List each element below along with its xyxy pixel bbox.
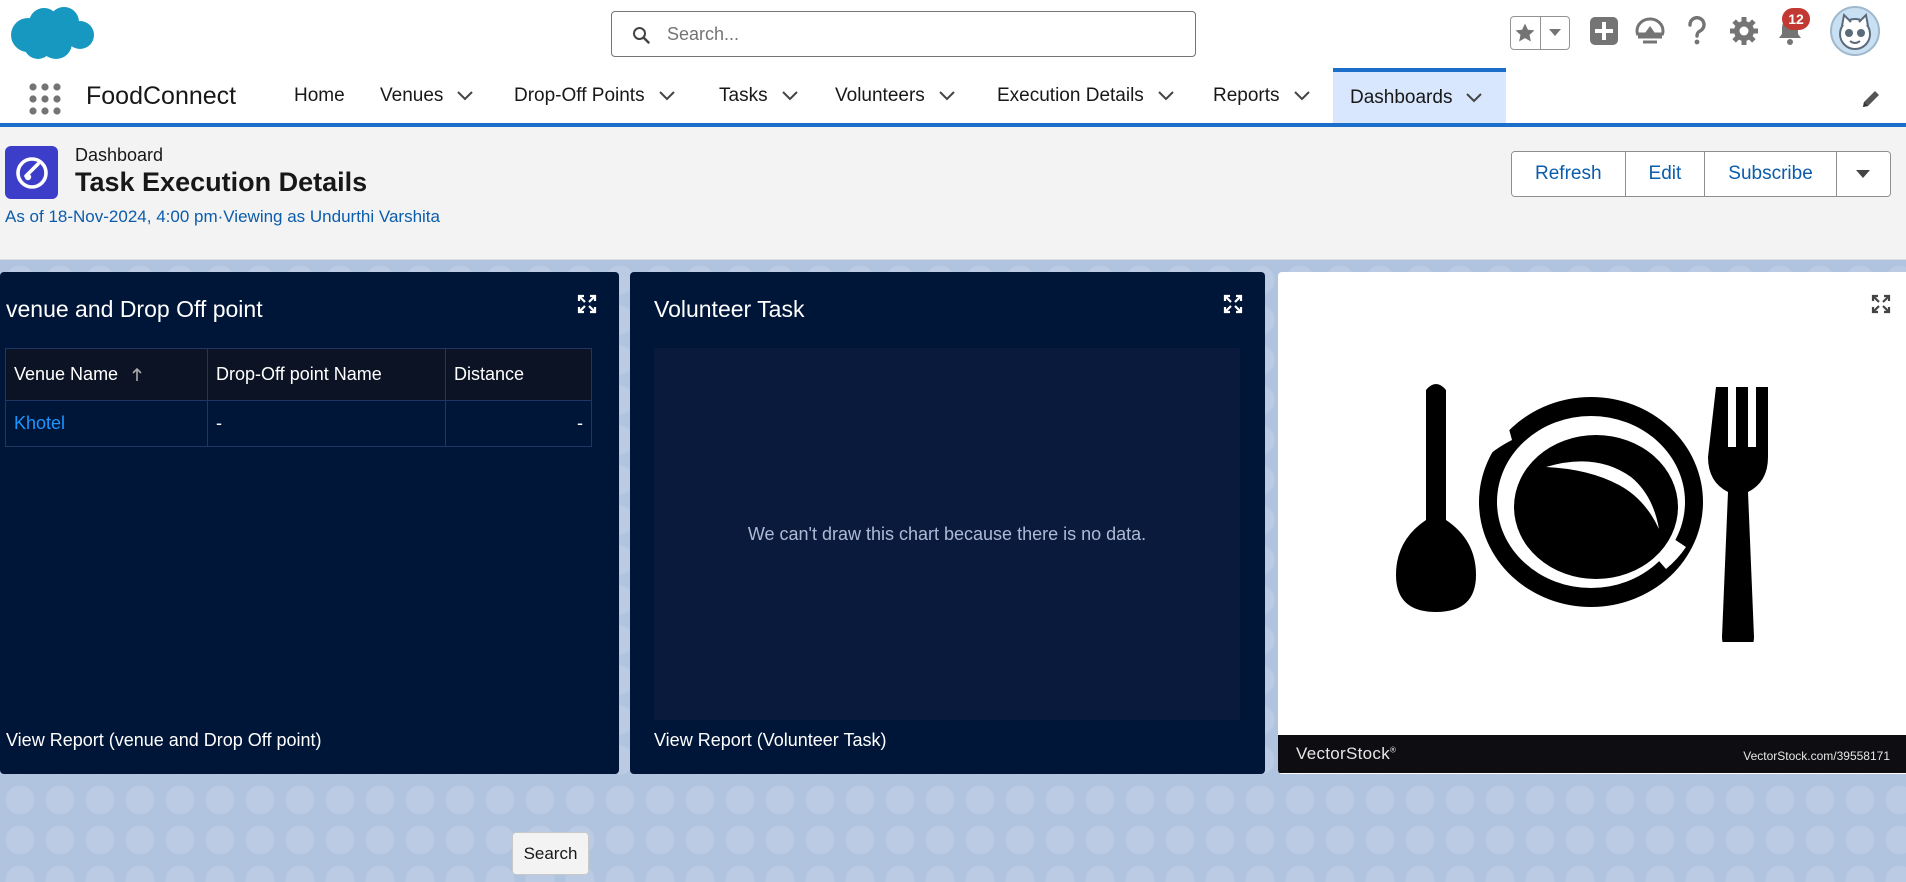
chevron-down-icon[interactable] [1292,86,1312,106]
edit-nav-pencil-icon[interactable] [1860,88,1882,110]
column-header-label: Venue Name [14,364,119,384]
nav-tab-label: Drop-Off Points [514,84,645,106]
favorites-list-chevron-icon[interactable] [1539,17,1569,49]
user-avatar[interactable] [1830,6,1880,56]
chevron-down-icon[interactable] [657,86,677,106]
setup-gear-icon[interactable] [1727,14,1761,48]
dashboard-page-header: Dashboard Task Execution Details As of 1… [0,127,1906,260]
expand-icon[interactable] [1871,294,1891,314]
trailhead-guide-icon[interactable] [1633,14,1667,48]
plate-fork-spoon-icon [1396,384,1768,642]
favorites-star-icon[interactable] [1511,17,1540,49]
chevron-down-icon[interactable] [455,86,475,106]
nav-tab-execution-details[interactable]: Execution Details [997,68,1176,123]
global-search[interactable] [611,11,1196,57]
nav-tab-label: Dashboards [1350,86,1453,108]
expand-icon[interactable] [577,294,597,314]
nav-tab-drop-off-points[interactable]: Drop-Off Points [514,68,677,123]
sort-ascending-icon[interactable] [131,368,143,382]
subscribe-button[interactable]: Subscribe [1704,152,1836,196]
vectorstock-brand-name: VectorStock [1296,744,1391,763]
vectorstock-image-id: VectorStock.com/39558171 [1743,749,1890,763]
chevron-down-icon[interactable] [1156,86,1176,106]
app-launcher-icon[interactable] [28,82,62,116]
nav-tab-tasks[interactable]: Tasks [719,68,800,123]
app-navigation-bar: FoodConnect Home Venues Drop-Off Points … [0,68,1906,127]
volunteer-task-widget: Volunteer Task We can't draw this chart … [630,272,1265,774]
widget-title: venue and Drop Off point [6,296,263,322]
global-add-icon[interactable] [1587,14,1621,48]
search-button[interactable]: Search [512,832,589,875]
nav-tab-dashboards[interactable]: Dashboards [1333,68,1506,123]
image-widget: VectorStock® VectorStock.com/39558171 [1278,272,1906,774]
column-header-distance[interactable]: Distance [445,348,592,401]
nav-tab-label: Execution Details [997,84,1144,106]
salesforce-logo[interactable] [8,5,96,63]
dropoff-name-cell: - [207,400,446,447]
chevron-down-icon [1856,170,1871,178]
edit-button[interactable]: Edit [1624,152,1705,196]
notification-count-badge: 12 [1782,8,1810,30]
dashboard-gauge-icon [5,146,58,199]
nav-tab-home[interactable]: Home [294,68,345,123]
vectorstock-brand: VectorStock® [1296,744,1396,764]
distance-cell: - [445,400,592,447]
nav-tab-label: Home [294,84,345,106]
column-header-dropoff-name[interactable]: Drop-Off point Name [207,348,446,401]
venue-dropoff-widget: venue and Drop Off point Venue Name Drop… [0,272,619,774]
venue-dropoff-table: Venue Name Drop-Off point Name Distance … [5,348,592,447]
no-data-message: We can't draw this chart because there i… [747,523,1147,544]
as-of-viewing-as: As of 18-Nov-2024, 4:00 pm·Viewing as Un… [5,207,440,226]
nav-tab-label: Venues [380,84,444,106]
view-report-link[interactable]: View Report (Volunteer Task) [654,730,886,751]
nav-tab-label: Reports [1213,84,1280,106]
chevron-down-icon[interactable] [1464,88,1484,108]
page-eyebrow: Dashboard [75,145,164,165]
venue-name-cell: Khotel [5,400,208,447]
registered-mark: ® [1390,745,1397,755]
more-actions-button[interactable] [1835,152,1890,196]
search-input[interactable] [667,20,1167,48]
column-header-venue-name[interactable]: Venue Name [5,348,208,401]
nav-tab-label: Volunteers [835,84,925,106]
favorites-button-group [1510,16,1570,50]
search-icon [633,27,650,44]
app-name: FoodConnect [86,82,237,110]
nav-tab-reports[interactable]: Reports [1213,68,1312,123]
nav-tab-venues[interactable]: Venues [380,68,475,123]
expand-icon[interactable] [1223,294,1243,314]
venue-link[interactable]: Khotel [14,413,65,433]
table-header-row: Venue Name Drop-Off point Name Distance [5,348,592,401]
table-row: Khotel - - [5,400,592,447]
dashboard-action-buttons: Refresh Edit Subscribe [1511,151,1891,197]
nav-tab-label: Tasks [719,84,768,106]
refresh-button[interactable]: Refresh [1512,152,1625,196]
vectorstock-watermark-bar: VectorStock® VectorStock.com/39558171 [1278,735,1906,773]
global-header: 12 [0,0,1906,68]
help-icon[interactable] [1680,14,1714,48]
chevron-down-icon[interactable] [937,86,957,106]
widget-title: Volunteer Task [654,296,805,322]
view-report-link[interactable]: View Report (venue and Drop Off point) [6,730,322,751]
page-title: Task Execution Details [75,167,368,197]
chart-no-data-area: We can't draw this chart because there i… [654,348,1240,720]
nav-tab-volunteers[interactable]: Volunteers [835,68,957,123]
chevron-down-icon[interactable] [780,86,800,106]
